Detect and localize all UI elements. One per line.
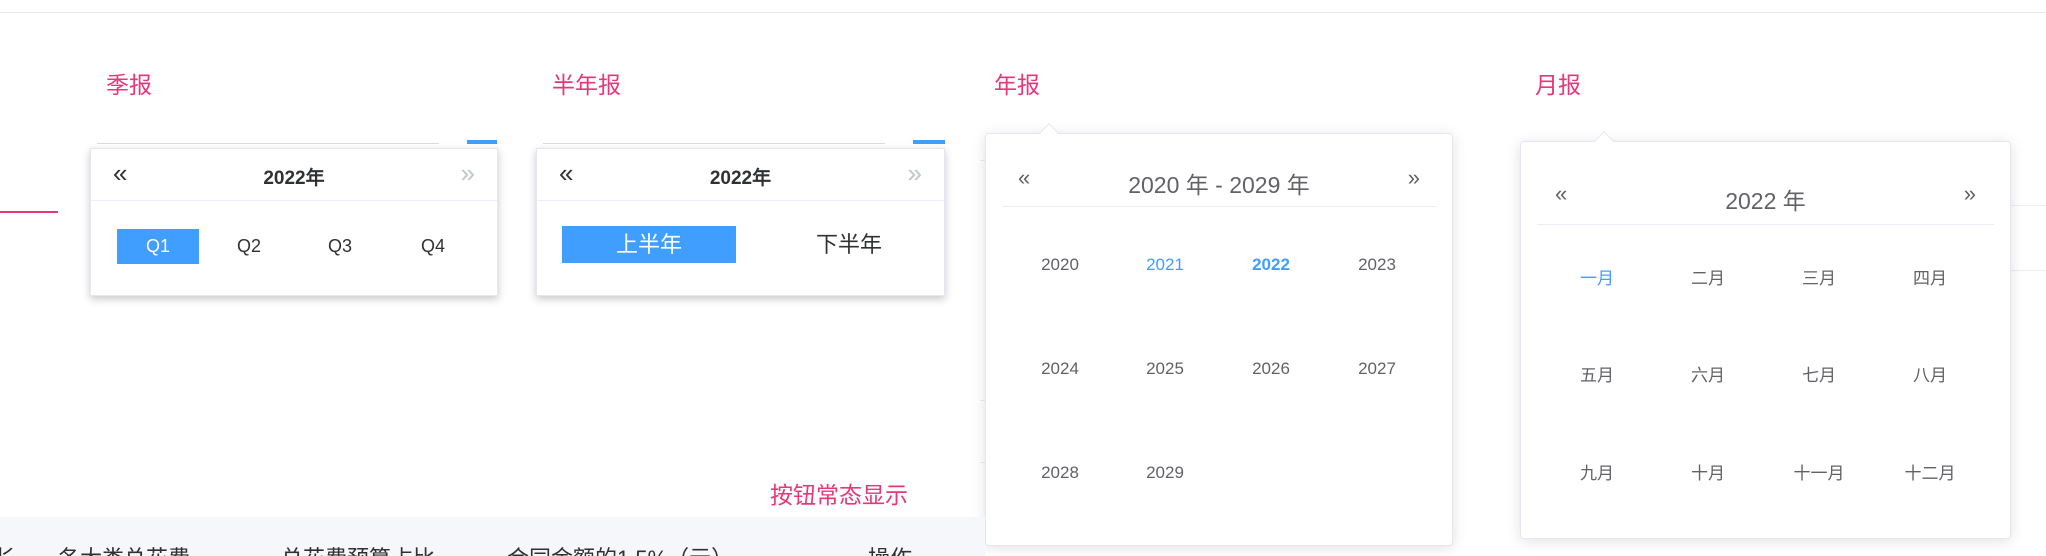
button-note-label: 按钮常态显示 bbox=[770, 482, 908, 508]
month-section-label: 月报 bbox=[1535, 72, 1581, 98]
half-option-second[interactable]: 下半年 bbox=[762, 226, 936, 263]
popover-caret bbox=[1594, 131, 1614, 151]
month-cell[interactable]: 二月 bbox=[1658, 264, 1758, 289]
half-year-section-label: 半年报 bbox=[552, 72, 621, 98]
month-cell[interactable]: 十月 bbox=[1658, 459, 1758, 484]
popover-caret bbox=[1039, 123, 1059, 143]
quarter-option-q4[interactable]: Q4 bbox=[392, 229, 474, 264]
half-option-first[interactable]: 上半年 bbox=[562, 226, 736, 263]
year-picker-popover: « 2020 年 - 2029 年 » 2020 2021 2022 2023 … bbox=[985, 123, 1453, 546]
table-header-cell: 各大类总花费 bbox=[58, 541, 190, 556]
year-cell[interactable]: 2025 bbox=[1115, 359, 1215, 379]
quarter-option-q1[interactable]: Q1 bbox=[117, 229, 199, 264]
half-year-picker-panel: « 2022年 » 上半年 下半年 bbox=[536, 148, 945, 296]
month-cell-current[interactable]: 一月 bbox=[1547, 264, 1647, 289]
quarter-options: Q1 Q2 Q3 Q4 bbox=[91, 201, 497, 289]
half-year-options: 上半年 下半年 bbox=[537, 201, 944, 289]
quarter-picker-panel: « 2022年 » Q1 Q2 Q3 Q4 bbox=[90, 148, 498, 296]
month-cell[interactable]: 三月 bbox=[1769, 264, 1869, 289]
quarter-option-q3[interactable]: Q3 bbox=[299, 229, 381, 264]
half-button-edge[interactable] bbox=[913, 140, 945, 144]
month-picker-popover: « 2022 年 » 一月 二月 三月 四月 五月 六月 七月 八月 九月 十月… bbox=[1520, 131, 2011, 539]
year-cell[interactable]: 2026 bbox=[1221, 359, 1321, 379]
year-cell[interactable]: 2020 bbox=[1010, 255, 1110, 275]
month-cell[interactable]: 十二月 bbox=[1880, 459, 1980, 484]
half-input-edge[interactable] bbox=[543, 141, 885, 144]
month-cell[interactable]: 七月 bbox=[1769, 361, 1869, 386]
year-cell[interactable]: 2023 bbox=[1327, 255, 1427, 275]
quarter-picker-header: « 2022年 » bbox=[91, 149, 497, 201]
quarter-option-q2[interactable]: Q2 bbox=[208, 229, 290, 264]
month-cell[interactable]: 六月 bbox=[1658, 361, 1758, 386]
month-cell[interactable]: 四月 bbox=[1880, 264, 1980, 289]
top-divider bbox=[0, 12, 2046, 13]
month-picker-title: 2022 年 bbox=[1725, 188, 1806, 214]
year-picker-header: « 2020 年 - 2029 年 » bbox=[1002, 152, 1436, 207]
month-cell[interactable]: 八月 bbox=[1880, 361, 1980, 386]
month-cell[interactable]: 十一月 bbox=[1769, 459, 1869, 484]
next-year-icon[interactable]: » bbox=[1964, 182, 1976, 206]
half-year-picker-title: 2022年 bbox=[709, 168, 772, 189]
quarter-input-edge[interactable] bbox=[97, 141, 439, 144]
table-header-cell: 长 bbox=[0, 541, 16, 556]
quarter-section-label: 季报 bbox=[106, 72, 152, 98]
year-section-label: 年报 bbox=[994, 72, 1040, 98]
next-year-icon[interactable]: » bbox=[908, 159, 922, 187]
table-header-cell-actions: 操作 bbox=[868, 541, 912, 556]
active-underline bbox=[0, 211, 58, 213]
year-cell[interactable]: 2029 bbox=[1115, 463, 1215, 483]
year-cell[interactable]: 2028 bbox=[1010, 463, 1110, 483]
month-cell[interactable]: 九月 bbox=[1547, 459, 1647, 484]
year-cell[interactable]: 2024 bbox=[1010, 359, 1110, 379]
quarter-button-edge[interactable] bbox=[467, 140, 497, 144]
month-cell[interactable]: 五月 bbox=[1547, 361, 1647, 386]
year-cell-current[interactable]: 2021 bbox=[1115, 255, 1215, 275]
table-header-cell: 合同金额的1.5%（元） bbox=[507, 541, 733, 556]
next-decade-icon[interactable]: » bbox=[1408, 166, 1420, 190]
month-picker-header: « 2022 年 » bbox=[1537, 162, 1994, 225]
year-cell[interactable]: 2027 bbox=[1327, 359, 1427, 379]
bg-row-line bbox=[2010, 270, 2046, 271]
next-year-icon[interactable]: » bbox=[461, 159, 475, 187]
year-picker-title: 2020 年 - 2029 年 bbox=[1128, 172, 1310, 198]
year-cell-selected[interactable]: 2022 bbox=[1221, 255, 1321, 275]
quarter-picker-title: 2022年 bbox=[263, 168, 325, 189]
half-year-picker-header: « 2022年 » bbox=[537, 149, 944, 201]
table-header-cell: 总花费预算占比 bbox=[281, 541, 435, 556]
bg-row-line bbox=[2010, 205, 2046, 206]
